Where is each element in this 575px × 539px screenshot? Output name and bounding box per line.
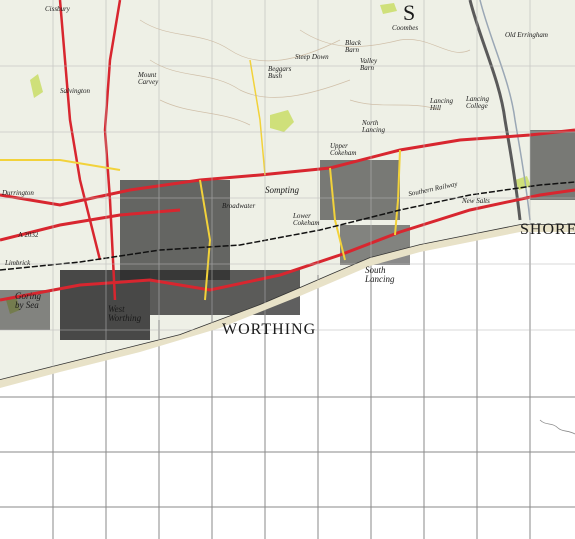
place-label-coombes: Coombes	[392, 24, 419, 32]
sea-feature	[539, 419, 575, 435]
sheet-letter: S	[403, 0, 416, 25]
map-graphic	[0, 0, 575, 539]
place-label-old-erringham: Old Erringham	[505, 31, 548, 39]
place-label-south-lancing: South Lancing	[365, 265, 395, 284]
place-label-west-worthing: West Worthing	[108, 304, 142, 323]
place-label-valley-barn: Valley Barn	[360, 57, 378, 72]
place-label-durrington: Durrington	[2, 189, 34, 197]
place-label-new-salts: New Salts	[462, 197, 490, 205]
place-label-black-barn: Black Barn	[345, 39, 361, 54]
place-label-goring: Goring by Sea	[15, 291, 42, 310]
town-label-worthing: WORTHING	[222, 321, 317, 338]
place-label-upper-cokeham: Upper Cokeham	[330, 142, 357, 157]
place-label-lancing-hill: Lancing Hill	[430, 97, 453, 112]
place-label-mount-carvey: Mount Carvey	[138, 71, 159, 86]
place-label-lower-cokeham: Lower Cokeham	[293, 212, 320, 227]
place-label-salvington: Salvington	[60, 87, 90, 95]
place-label-beggars-bush: Beggars Bush	[268, 65, 292, 80]
place-label-limbrick: Limbrick	[5, 259, 31, 267]
place-label-broadwater: Broadwater	[222, 202, 256, 210]
map-canvas[interactable]: WORTHING SHOREH South Lancing Sompting B…	[0, 0, 575, 539]
road-number-a2032: A 2032	[18, 231, 39, 239]
place-label-sompting: Sompting	[265, 185, 300, 195]
place-label-cissbury: Cissbury	[45, 5, 70, 13]
place-label-lancing-college: Lancing College	[466, 95, 489, 110]
urban-block	[120, 180, 230, 280]
town-label-shoreham: SHOREH	[520, 221, 575, 238]
place-label-steep-down: Steep Down	[295, 53, 329, 61]
place-label-north-lancing: North Lancing	[362, 119, 385, 134]
